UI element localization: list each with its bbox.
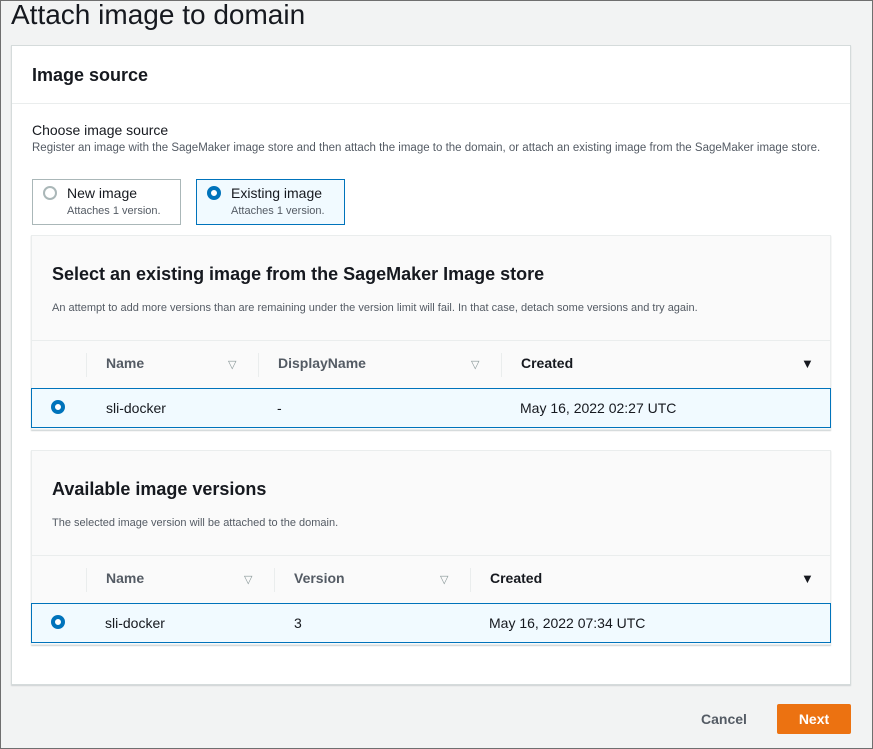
- row-created: May 16, 2022 07:34 UTC: [489, 615, 646, 631]
- tile-existing-image[interactable]: Existing image Attaches 1 version.: [196, 179, 345, 225]
- row-display-name: -: [277, 400, 282, 416]
- existing-image-radio[interactable]: [207, 186, 221, 200]
- column-separator: [501, 353, 502, 377]
- panel-header: Image source: [12, 46, 850, 104]
- next-button[interactable]: Next: [777, 704, 851, 734]
- new-image-label: New image: [67, 185, 138, 201]
- row-select-radio[interactable]: [51, 615, 65, 629]
- existing-images-table-header: Name ▽ DisplayName ▽ Created ▼: [32, 340, 830, 388]
- image-source-panel: Image source Choose image source Registe…: [11, 45, 851, 685]
- tile-new-image[interactable]: New image Attaches 1 version.: [32, 179, 181, 225]
- image-source-label: Choose image source: [32, 122, 169, 138]
- column-separator: [258, 353, 259, 377]
- existing-images-title: Select an existing image from the SageMa…: [52, 264, 545, 284]
- sort-active-icon[interactable]: ▼: [801, 356, 814, 371]
- col-created[interactable]: Created: [490, 570, 542, 586]
- sort-icon[interactable]: ▽: [440, 573, 448, 586]
- row-select-radio[interactable]: [51, 400, 65, 414]
- sort-icon[interactable]: ▽: [471, 358, 479, 371]
- table-row[interactable]: sli-docker - May 16, 2022 02:27 UTC: [31, 388, 831, 428]
- col-version[interactable]: Version: [294, 570, 345, 586]
- sort-icon[interactable]: ▽: [244, 573, 252, 586]
- sort-icon[interactable]: ▽: [228, 358, 236, 371]
- versions-title: Available image versions: [52, 479, 267, 499]
- table-row[interactable]: sli-docker 3 May 16, 2022 07:34 UTC: [31, 603, 831, 643]
- col-name[interactable]: Name: [106, 355, 144, 371]
- page-title: Attach image to domain: [11, 0, 306, 30]
- existing-image-label: Existing image: [231, 185, 323, 201]
- column-separator: [86, 568, 87, 592]
- new-image-sub: Attaches 1 version.: [67, 205, 161, 217]
- image-source-description: Register an image with the SageMaker ima…: [32, 142, 821, 154]
- existing-images-container: Select an existing image from the SageMa…: [31, 235, 831, 430]
- row-name: sli-docker: [105, 615, 165, 631]
- versions-container: Available image versions The selected im…: [31, 450, 831, 645]
- existing-image-sub: Attaches 1 version.: [231, 205, 325, 217]
- col-displayname[interactable]: DisplayName: [278, 355, 366, 371]
- column-separator: [470, 568, 471, 592]
- row-version: 3: [294, 615, 302, 631]
- column-separator: [274, 568, 275, 592]
- new-image-radio[interactable]: [43, 186, 57, 200]
- col-name[interactable]: Name: [106, 570, 144, 586]
- sort-active-icon[interactable]: ▼: [801, 571, 814, 586]
- column-separator: [86, 353, 87, 377]
- col-created[interactable]: Created: [521, 355, 573, 371]
- versions-table-header: Name ▽ Version ▽ Created ▼: [32, 555, 830, 603]
- versions-description: The selected image version will be attac…: [52, 517, 339, 529]
- row-name: sli-docker: [106, 400, 166, 416]
- existing-images-description: An attempt to add more versions than are…: [52, 302, 698, 314]
- cancel-button[interactable]: Cancel: [690, 704, 758, 734]
- row-created: May 16, 2022 02:27 UTC: [520, 400, 677, 416]
